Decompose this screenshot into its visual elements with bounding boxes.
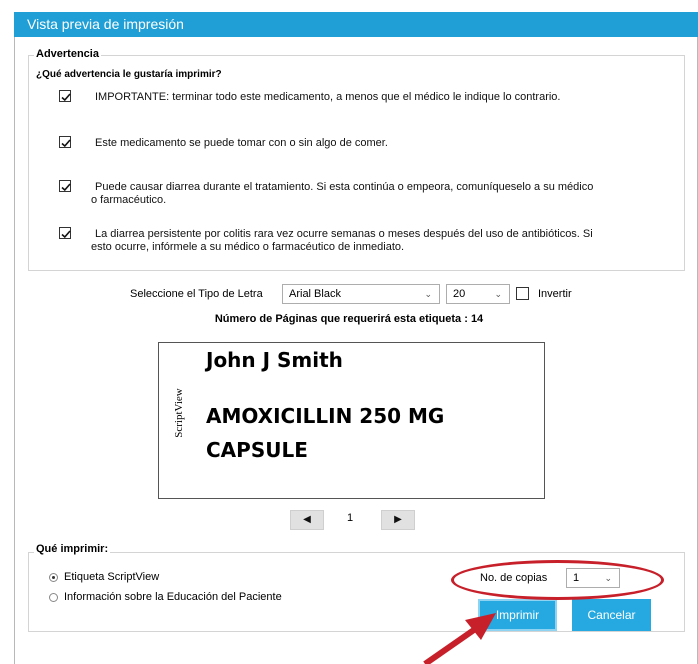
scriptview-brand: ScriptView (173, 388, 185, 438)
checkmark-icon (61, 139, 71, 148)
pages-required-text: Número de Páginas que requerirá esta eti… (214, 313, 484, 325)
window-title-bar: Vista previa de impresión (14, 12, 698, 37)
drug-form: CAPSULE (206, 438, 308, 462)
warning-question: ¿Qué advertencia le gustaría imprimir? (36, 69, 222, 80)
next-page-button[interactable]: ▶ (381, 510, 415, 530)
patient-name: John J Smith (206, 348, 343, 372)
drug-name: AMOXICILLIN 250 MG (206, 404, 445, 428)
invert-checkbox[interactable] (516, 287, 529, 300)
radio-patient-education[interactable] (49, 593, 58, 602)
warning-checkbox-3[interactable] (59, 180, 71, 192)
radio-scriptview-label[interactable] (49, 573, 58, 582)
chevron-down-icon: ⌄ (424, 289, 432, 299)
warning-checkbox-2[interactable] (59, 136, 71, 148)
copies-highlight-ellipse (451, 560, 664, 600)
window-title: Vista previa de impresión (27, 16, 184, 32)
triangle-right-icon: ▶ (394, 514, 402, 525)
font-size-select[interactable]: 20 ⌄ (446, 284, 510, 304)
font-type-label: Seleccione el Tipo de Letra (130, 288, 263, 300)
warning-group-title: Advertencia (34, 48, 101, 60)
warning-text-3: Puede causar diarrea durante el tratamie… (91, 181, 594, 206)
label-preview: ScriptView John J Smith AMOXICILLIN 250 … (158, 342, 545, 499)
triangle-left-icon: ◀ (303, 514, 311, 525)
warning-text-2: Este medicamento se puede tomar con o si… (95, 137, 388, 149)
invert-label: Invertir (538, 288, 572, 300)
print-what-title: Qué imprimir: (34, 543, 111, 555)
font-family-select[interactable]: Arial Black ⌄ (282, 284, 440, 304)
warning-checkbox-4[interactable] (59, 227, 71, 239)
cancel-button[interactable]: Cancelar (572, 599, 651, 631)
checkmark-icon (61, 93, 71, 102)
print-button[interactable]: Imprimir (478, 599, 557, 631)
warning-text-4: La diarrea persistente por colitis rara … (91, 228, 593, 253)
warning-text-1: IMPORTANTE: terminar todo este medicamen… (95, 91, 561, 103)
prev-page-button[interactable]: ◀ (290, 510, 324, 530)
chevron-down-icon: ⌄ (494, 289, 502, 299)
warning-checkbox-1[interactable] (59, 90, 71, 102)
option-scriptview-label: Etiqueta ScriptView (64, 571, 160, 583)
checkmark-icon (61, 183, 71, 192)
option-patient-education: Información sobre la Educación del Pacie… (64, 591, 282, 603)
checkmark-icon (61, 230, 71, 239)
current-page-number: 1 (347, 512, 354, 524)
